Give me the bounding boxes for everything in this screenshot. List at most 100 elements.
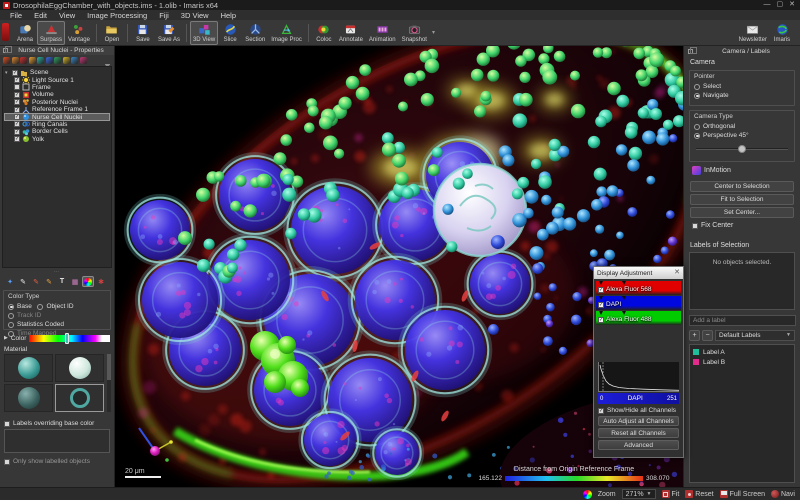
channel-range-slider[interactable]: 0 DAPI 251 — [598, 393, 679, 404]
create-object-icon-5[interactable] — [37, 57, 44, 64]
fix-center-row[interactable]: ✓ Fix Center — [692, 222, 733, 229]
toolbar-surpass[interactable]: Surpass — [37, 21, 65, 45]
channel-checkbox[interactable]: ✓ — [598, 287, 604, 293]
delete-object-icon[interactable] — [104, 57, 111, 64]
toolbar-overflow-chevron[interactable]: ▾ — [432, 29, 435, 36]
add-label-input[interactable] — [689, 315, 796, 326]
expander-icon[interactable]: ▾ — [5, 70, 10, 76]
arena-edge-icon[interactable] — [2, 23, 9, 41]
menu-edit[interactable]: Edit — [28, 11, 53, 20]
colortype-base[interactable]: Base — [8, 302, 33, 311]
tree-checkbox[interactable]: ✓ — [14, 77, 20, 83]
toolbar-vantage[interactable]: Vantage — [65, 21, 93, 45]
navi-button[interactable]: Navi — [771, 490, 795, 498]
reset-all-channels-button[interactable]: Reset all Channels — [598, 428, 679, 438]
color-wheel-icon[interactable] — [583, 490, 592, 499]
tree-item-reference-frame-1[interactable]: ✓Reference Frame 1 — [4, 106, 110, 113]
slider-thumb[interactable] — [738, 145, 746, 153]
panel-splitter[interactable]: ⋯ — [0, 270, 114, 274]
undock-icon[interactable] — [3, 48, 8, 53]
toolbar-section[interactable]: Section — [242, 21, 268, 45]
gradient-marker[interactable] — [622, 311, 626, 315]
close-icon[interactable]: ✕ — [674, 269, 680, 277]
material-swatch-3[interactable] — [4, 384, 53, 412]
radio-icon[interactable] — [8, 322, 14, 328]
properties-tab-3[interactable]: ✎ — [30, 276, 42, 287]
tree-item-posterior-nuclei[interactable]: ✓Posterior Nuclei — [4, 99, 110, 106]
tree-item-volume[interactable]: ✓Volume — [4, 91, 110, 98]
radio-icon[interactable] — [37, 304, 43, 310]
toolbar-annotate[interactable]: Annotate — [336, 21, 366, 45]
toolbar-save[interactable]: Save — [131, 21, 155, 45]
create-object-icon-6[interactable] — [46, 57, 53, 64]
menu-image-processing[interactable]: Image Processing — [81, 11, 153, 20]
auto-adjust-all-channels-button[interactable]: Auto Adjust all Channels — [598, 416, 679, 426]
toolbar-coloc[interactable]: Coloc — [312, 21, 336, 45]
gradient-marker[interactable] — [599, 296, 603, 300]
create-object-icon-7[interactable] — [54, 57, 61, 64]
gradient-marker[interactable] — [599, 281, 603, 285]
gradient-marker[interactable] — [599, 311, 603, 315]
tree-item-nurse-cell-nuclei[interactable]: ✓Nurse Cell Nuclei — [4, 113, 110, 120]
properties-tab-7[interactable] — [82, 276, 94, 287]
tree-item-frame[interactable]: ✓Frame — [4, 84, 110, 91]
toolbar-newsletter[interactable]: Newsletter — [736, 21, 770, 45]
create-object-icon-2[interactable] — [12, 57, 19, 64]
properties-tab-5[interactable]: T — [56, 276, 68, 287]
create-object-icon-10[interactable] — [80, 57, 87, 64]
toolbar-open[interactable]: Open — [100, 21, 124, 45]
show-hide-checkbox[interactable]: ✓ — [598, 408, 604, 414]
channel-checkbox[interactable]: ✓ — [598, 302, 604, 308]
tree-checkbox[interactable]: ✓ — [14, 114, 20, 120]
tree-item-ring-canals[interactable]: ✓Ring Canals — [4, 121, 110, 128]
radio-icon[interactable] — [694, 124, 700, 130]
color-gradient-slider[interactable] — [29, 335, 110, 342]
radio-icon[interactable] — [694, 133, 700, 139]
material-swatch-2[interactable] — [55, 354, 104, 382]
tree-checkbox[interactable]: ✓ — [12, 70, 18, 76]
colortype-statistics-coded[interactable]: Statistics Coded — [8, 320, 67, 329]
channel-dapi[interactable]: ✓DAPI — [596, 296, 681, 310]
toolbar-image-proc[interactable]: Image Proc — [268, 21, 305, 45]
label-item-label-a[interactable]: Label A — [693, 347, 791, 357]
fit-to-selection-button[interactable]: Fit to Selection — [690, 194, 794, 205]
full-screen-button[interactable]: Full Screen — [720, 490, 765, 498]
menu-fiji[interactable]: Fiji — [153, 11, 175, 20]
properties-tab-4[interactable]: ✎ — [43, 276, 55, 287]
properties-tab-1[interactable]: ✦ — [4, 276, 16, 287]
channel-checkbox[interactable]: ✓ — [598, 317, 604, 323]
camera-type-orthogonal[interactable]: Orthogonal — [694, 122, 790, 131]
tree-item-light-source-1[interactable]: ✓Light Source 1 — [4, 76, 110, 83]
pointer-navigate[interactable]: Navigate — [694, 91, 790, 100]
tree-checkbox[interactable]: ✓ — [14, 136, 20, 142]
toolbar-3d-view[interactable]: 3D View — [190, 21, 218, 45]
tree-checkbox[interactable]: ✓ — [14, 99, 20, 105]
inmotion-toggle[interactable]: InMotion — [692, 166, 731, 175]
tree-checkbox[interactable]: ✓ — [14, 84, 20, 90]
create-object-icon-3[interactable] — [20, 57, 27, 64]
create-object-icon-4[interactable] — [29, 57, 36, 64]
fit-button[interactable]: Fit — [662, 490, 680, 498]
perspective-slider[interactable] — [694, 145, 790, 153]
set-center--button[interactable]: Set Center... — [690, 207, 794, 218]
pointer-select[interactable]: Select — [694, 82, 790, 91]
properties-tab-6[interactable]: ▦ — [69, 276, 81, 287]
show-hide-channels-row[interactable]: ✓ Show/Hide all Channels — [598, 407, 679, 414]
menu-file[interactable]: File — [4, 11, 28, 20]
radio-icon[interactable] — [694, 93, 700, 99]
tree-item-scene[interactable]: ▾✓Scene — [4, 69, 110, 76]
tree-checkbox[interactable]: ✓ — [14, 107, 20, 113]
gradient-marker[interactable] — [622, 296, 626, 300]
toolbar-save-as[interactable]: Save As — [155, 21, 183, 45]
radio-icon[interactable] — [8, 313, 14, 319]
create-object-icon-9[interactable] — [71, 57, 78, 64]
toolbar-snapshot[interactable]: Snapshot — [399, 21, 430, 45]
radio-icon[interactable] — [8, 304, 14, 310]
tree-checkbox[interactable]: ✓ — [14, 92, 20, 98]
properties-tab-2[interactable]: ✎ — [17, 276, 29, 287]
menu-3d-view[interactable]: 3D View — [175, 11, 215, 20]
channel-alexa-fluor-568[interactable]: ✓Alexa Fluor 568 — [596, 281, 681, 295]
color-slider-handle[interactable] — [65, 333, 69, 344]
radio-icon[interactable] — [694, 84, 700, 90]
tree-checkbox[interactable]: ✓ — [14, 121, 20, 127]
